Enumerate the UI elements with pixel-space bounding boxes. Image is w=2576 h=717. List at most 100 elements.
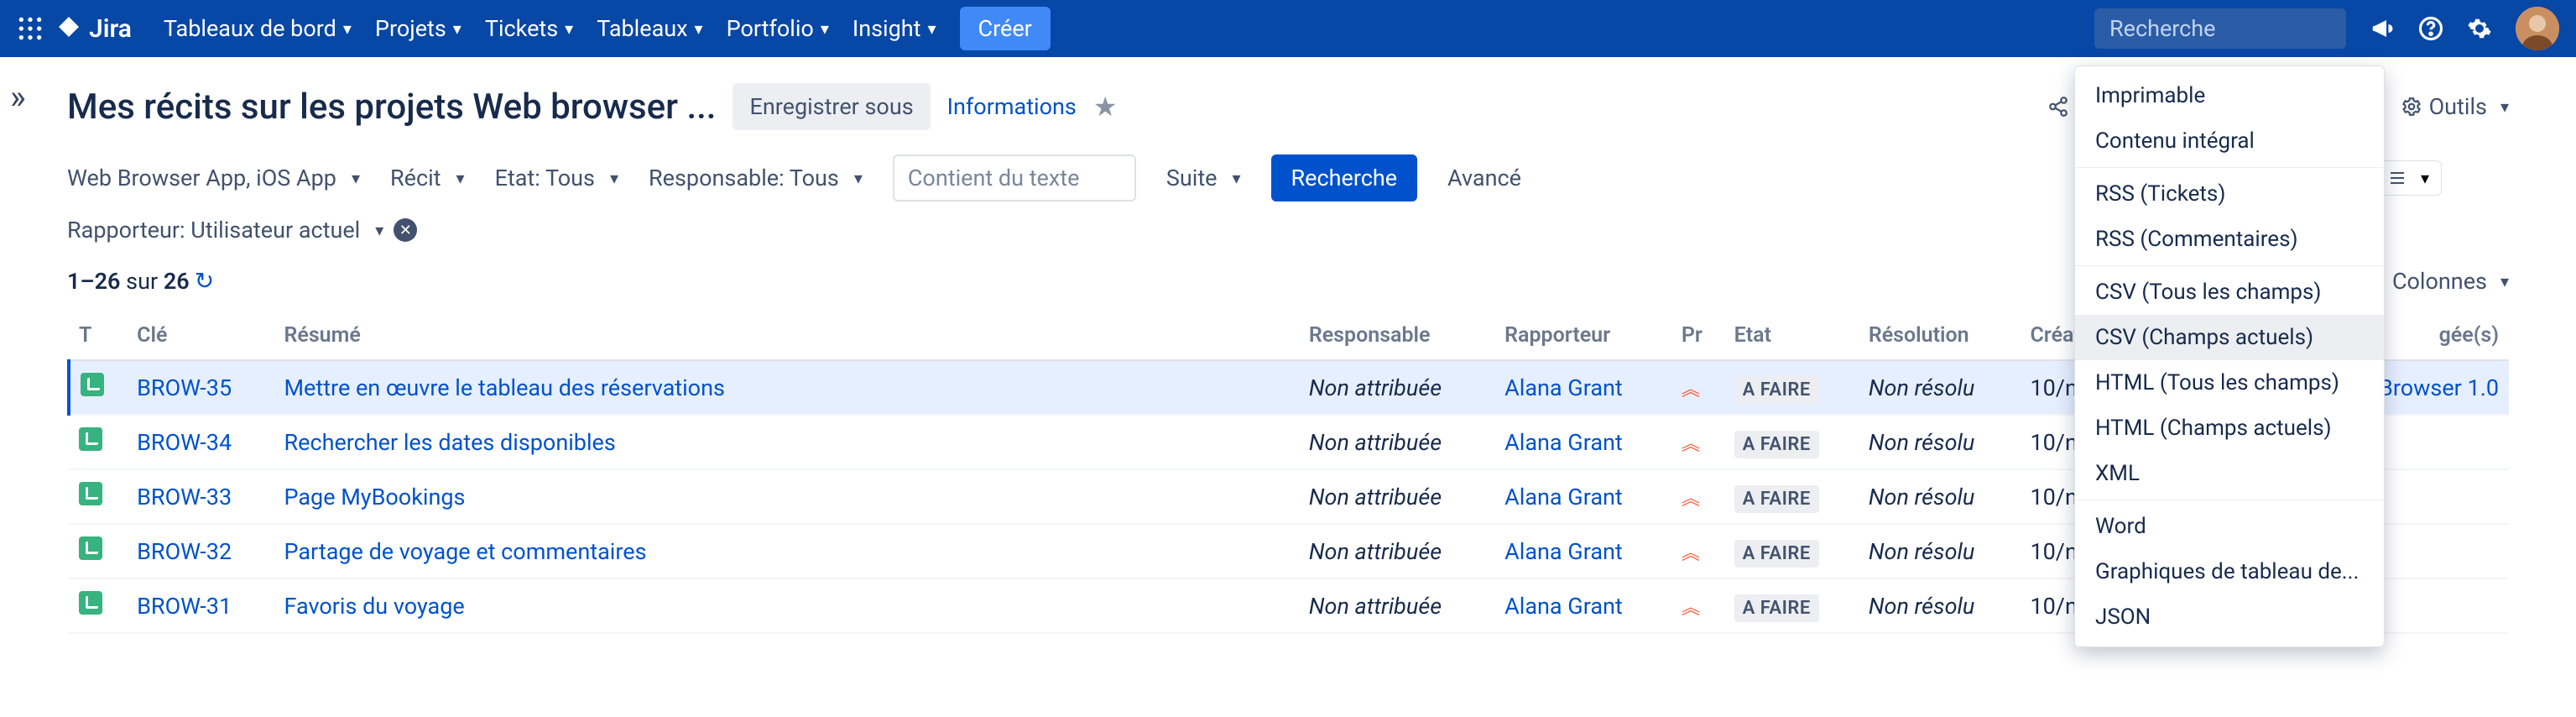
help-icon[interactable] bbox=[2418, 16, 2443, 41]
export-menu: ImprimableContenu intégral RSS (Tickets)R… bbox=[2074, 65, 2385, 647]
issue-summary-link[interactable]: Favoris du voyage bbox=[284, 593, 464, 620]
nav-tickets[interactable]: Tickets▾ bbox=[473, 15, 585, 42]
filter-more[interactable]: Suite▾ bbox=[1166, 165, 1241, 191]
page-title: Mes récits sur les projets Web browser .… bbox=[67, 86, 716, 128]
col-type[interactable]: T bbox=[69, 311, 127, 360]
resolution-text: Non résolu bbox=[1869, 429, 1974, 456]
reporter-link[interactable]: Alana Grant bbox=[1504, 374, 1623, 401]
col-status[interactable]: Etat bbox=[1724, 311, 1859, 360]
nav-boards[interactable]: Tableaux▾ bbox=[585, 15, 714, 42]
expand-sidebar-icon[interactable]: » bbox=[10, 77, 26, 117]
chevron-down-icon: ▾ bbox=[1233, 168, 1241, 188]
status-badge: A FAIRE bbox=[1734, 540, 1819, 568]
chevron-down-icon: ▾ bbox=[343, 18, 352, 39]
chevron-down-icon: ▾ bbox=[2500, 97, 2509, 117]
refresh-icon[interactable]: ↻ bbox=[195, 267, 214, 295]
chevron-down-icon: ▾ bbox=[352, 168, 360, 188]
filter-type[interactable]: Récit▾ bbox=[390, 165, 465, 191]
search-box[interactable] bbox=[2094, 8, 2346, 49]
nav-insight[interactable]: Insight▾ bbox=[841, 15, 948, 42]
nav-dashboards[interactable]: Tableaux de bord▾ bbox=[152, 15, 363, 42]
issue-key-link[interactable]: BROW-35 bbox=[137, 374, 232, 401]
assignee-text: Non attribuée bbox=[1309, 484, 1442, 510]
issue-key-link[interactable]: BROW-31 bbox=[137, 593, 232, 620]
issue-key-link[interactable]: BROW-33 bbox=[137, 484, 232, 510]
issue-key-link[interactable]: BROW-34 bbox=[137, 429, 232, 456]
chevron-down-icon: ▾ bbox=[2500, 271, 2509, 291]
search-button[interactable]: Recherche bbox=[1271, 154, 1418, 201]
col-assignee[interactable]: Responsable bbox=[1299, 311, 1494, 360]
list-icon bbox=[2387, 168, 2407, 188]
issue-summary-link[interactable]: Partage de voyage et commentaires bbox=[284, 538, 646, 565]
chevron-down-icon: ▾ bbox=[695, 18, 703, 39]
export-menu-item[interactable]: RSS (Tickets) bbox=[2075, 171, 2384, 217]
export-menu-item[interactable]: Imprimable bbox=[2075, 73, 2384, 118]
assignee-text: Non attribuée bbox=[1309, 593, 1442, 620]
avatar[interactable] bbox=[2516, 7, 2559, 50]
priority-icon: ︽ bbox=[1682, 598, 1698, 619]
col-summary[interactable]: Résumé bbox=[274, 311, 1298, 360]
resolution-text: Non résolu bbox=[1869, 538, 1974, 565]
export-menu-item[interactable]: CSV (Champs actuels) bbox=[2075, 315, 2384, 360]
filter-project[interactable]: Web Browser App, iOS App▾ bbox=[67, 165, 360, 191]
status-badge: A FAIRE bbox=[1734, 431, 1819, 458]
issue-summary-link[interactable]: Page MyBookings bbox=[284, 484, 465, 510]
chevron-down-icon: ▾ bbox=[927, 18, 936, 39]
export-menu-item[interactable]: RSS (Commentaires) bbox=[2075, 217, 2384, 262]
story-icon bbox=[81, 373, 104, 396]
export-menu-item[interactable]: HTML (Tous les champs) bbox=[2075, 360, 2384, 406]
reporter-link[interactable]: Alana Grant bbox=[1504, 538, 1623, 565]
search-input[interactable] bbox=[2109, 15, 2396, 42]
issue-key-link[interactable]: BROW-32 bbox=[137, 538, 232, 565]
issue-summary-link[interactable]: Mettre en œuvre le tableau des réservati… bbox=[284, 374, 724, 401]
settings-icon[interactable] bbox=[2467, 16, 2492, 41]
col-key[interactable]: Clé bbox=[127, 311, 274, 360]
columns-button[interactable]: Colonnes▾ bbox=[2392, 268, 2509, 295]
advanced-link[interactable]: Avancé bbox=[1447, 165, 1521, 191]
chevron-down-icon: ▾ bbox=[821, 18, 829, 39]
chevron-down-icon: ▾ bbox=[453, 18, 461, 39]
export-menu-item[interactable]: Word bbox=[2075, 504, 2384, 549]
reporter-link[interactable]: Alana Grant bbox=[1504, 484, 1623, 510]
assignee-text: Non attribuée bbox=[1309, 374, 1442, 401]
chevron-down-icon: ▾ bbox=[375, 220, 383, 240]
export-menu-item[interactable]: XML bbox=[2075, 451, 2384, 496]
share-icon bbox=[2047, 96, 2069, 118]
export-menu-item[interactable]: HTML (Champs actuels) bbox=[2075, 406, 2384, 451]
apps-icon[interactable] bbox=[17, 15, 44, 42]
issue-summary-link[interactable]: Rechercher les dates disponibles bbox=[284, 429, 615, 456]
story-icon bbox=[79, 591, 102, 615]
priority-icon: ︽ bbox=[1682, 434, 1698, 455]
nav-projects[interactable]: Projets▾ bbox=[363, 15, 473, 42]
story-icon bbox=[79, 427, 102, 451]
filter-assignee[interactable]: Responsable: Tous▾ bbox=[649, 165, 863, 191]
export-menu-item[interactable]: Graphiques de tableau de... bbox=[2075, 549, 2384, 594]
clear-reporter-icon[interactable]: ✕ bbox=[394, 218, 417, 242]
save-as-button[interactable]: Enregistrer sous bbox=[733, 83, 930, 130]
reporter-link[interactable]: Alana Grant bbox=[1504, 429, 1623, 456]
top-nav: Jira Tableaux de bord▾ Projets▾ Tickets▾… bbox=[0, 0, 2576, 57]
tools-button[interactable]: Outils ▾ bbox=[2401, 93, 2509, 120]
filter-reporter[interactable]: Rapporteur: Utilisateur actuel▾ bbox=[67, 217, 383, 243]
filter-status[interactable]: Etat: Tous▾ bbox=[495, 165, 618, 191]
status-badge: A FAIRE bbox=[1734, 594, 1819, 622]
reporter-link[interactable]: Alana Grant bbox=[1504, 593, 1623, 620]
info-link[interactable]: Informations bbox=[947, 93, 1077, 120]
chevron-down-icon: ▾ bbox=[565, 18, 573, 39]
chevron-down-icon: ▾ bbox=[610, 168, 618, 188]
col-reporter[interactable]: Rapporteur bbox=[1494, 311, 1671, 360]
col-resolution[interactable]: Résolution bbox=[1859, 311, 2021, 360]
jira-logo[interactable]: Jira bbox=[55, 14, 132, 44]
export-menu-item[interactable]: CSV (Tous les champs) bbox=[2075, 270, 2384, 315]
export-menu-item[interactable]: Contenu intégral bbox=[2075, 118, 2384, 164]
col-priority[interactable]: Pr bbox=[1671, 311, 1724, 360]
priority-icon: ︽ bbox=[1682, 543, 1698, 564]
star-icon[interactable]: ★ bbox=[1093, 91, 1118, 123]
resolution-text: Non résolu bbox=[1869, 374, 1974, 401]
filter-text-input[interactable] bbox=[893, 154, 1136, 201]
megaphone-icon[interactable] bbox=[2370, 16, 2395, 41]
create-button[interactable]: Créer bbox=[960, 7, 1051, 50]
nav-portfolio[interactable]: Portfolio▾ bbox=[715, 15, 841, 42]
chevron-down-icon: ▾ bbox=[854, 168, 863, 188]
export-menu-item[interactable]: JSON bbox=[2075, 594, 2384, 640]
